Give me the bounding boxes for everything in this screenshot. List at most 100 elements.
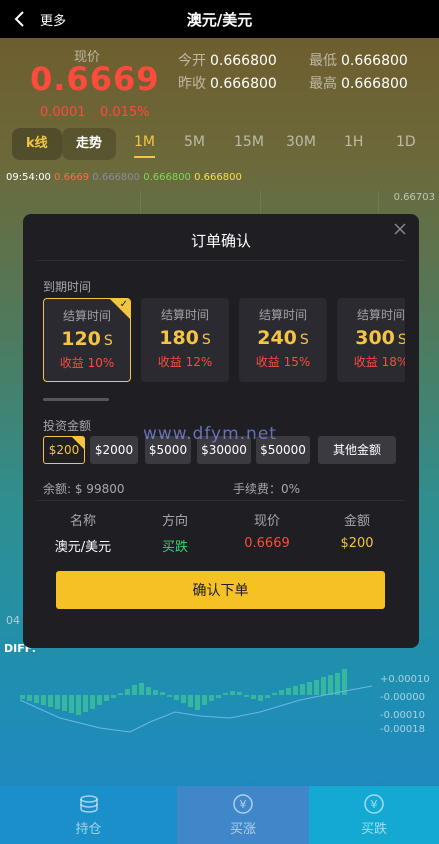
close-icon[interactable]	[393, 222, 407, 236]
balance-text: 余额: $ 99800	[43, 482, 125, 496]
macd-bar	[307, 682, 312, 695]
macd-bar	[216, 695, 221, 698]
macd-bar	[139, 683, 144, 695]
nav-positions[interactable]: 持仓	[0, 786, 177, 844]
amount-value: $2000	[94, 443, 134, 457]
open-value: 0.666800	[210, 53, 277, 69]
nav-buy-down[interactable]: ¥ 买跌	[309, 786, 439, 844]
low-stat: 最低 0.666800	[309, 50, 408, 70]
macd-bar	[195, 695, 200, 710]
ma-value-1: 0.6669	[54, 172, 90, 183]
macd-bars	[20, 669, 347, 715]
high-label: 最高	[309, 76, 337, 92]
tab-period-1m[interactable]: 1M	[134, 134, 155, 158]
summary-price: 0.6669	[244, 536, 290, 551]
macd-axis-label: -0.00018	[380, 724, 425, 735]
expiry-yield: 收益 10%	[59, 356, 115, 370]
summary-header-name: 名称	[69, 514, 96, 529]
horizontal-scrollbar[interactable]	[43, 398, 109, 401]
macd-bar	[111, 695, 116, 698]
macd-bar	[104, 695, 109, 701]
macd-axis-label: -0.00010	[380, 710, 425, 721]
macd-bar	[265, 695, 270, 698]
macd-bar	[321, 677, 326, 695]
macd-bar	[174, 695, 179, 700]
amount-option-200[interactable]: $200	[43, 436, 85, 464]
divider	[37, 500, 405, 501]
macd-bar	[237, 692, 242, 695]
expiry-option-300[interactable]: 结算时间 300 S 收益 18%	[337, 298, 405, 382]
tab-kline[interactable]: k线	[12, 128, 62, 160]
top-bar: 更多 澳元/美元	[0, 0, 439, 38]
expiry-option-180[interactable]: 结算时间 180 S 收益 12%	[141, 298, 229, 382]
tab-trend[interactable]: 走势	[62, 128, 117, 160]
macd-bar	[244, 695, 249, 697]
expiry-unit: S	[103, 333, 113, 349]
macd-bar	[279, 690, 284, 695]
price-change-pct: 0.015%	[100, 105, 150, 120]
macd-chart	[19, 669, 373, 733]
summary-header-amount: 金额	[343, 514, 370, 529]
coins-icon	[79, 795, 98, 813]
ma-value-4: 0.666800	[194, 172, 242, 183]
macd-bar	[181, 695, 186, 703]
tab-period-5m[interactable]: 5M	[184, 134, 205, 150]
low-value: 0.666800	[341, 53, 408, 69]
tab-period-15m[interactable]: 15M	[234, 134, 264, 150]
macd-bar	[146, 687, 151, 695]
macd-bar	[251, 695, 256, 699]
price-change: 0.0001	[40, 105, 86, 120]
expiry-seconds: 240	[257, 327, 297, 349]
tab-period-1d[interactable]: 1D	[396, 134, 416, 150]
check-icon: ✓	[119, 299, 128, 310]
macd-bar	[83, 695, 88, 712]
y-axis-top-label: 0.66703	[393, 192, 435, 203]
expiry-head: 结算时间	[356, 308, 405, 322]
summary-header-price: 现价	[253, 514, 280, 529]
macd-bar	[27, 695, 32, 701]
expiry-option-240[interactable]: 结算时间 240 S 收益 15%	[239, 298, 327, 382]
open-label: 今开	[178, 53, 206, 69]
amount-value: $50000	[260, 443, 306, 457]
tab-period-30m[interactable]: 30M	[286, 134, 316, 150]
macd-bar	[125, 689, 130, 695]
chart-tabs: k线 走势 1M 5M 15M 30M 1H 1D	[0, 128, 439, 162]
confirm-order-button[interactable]: 确认下单	[56, 571, 385, 609]
expiry-value: 240 S	[239, 327, 327, 349]
summary-name: 澳元/美元	[54, 540, 112, 555]
macd-bar	[41, 695, 46, 705]
other-amount-label: 其他金额	[332, 443, 381, 457]
ma-info: 09:54:00 0.6669 0.666800 0.666800 0.6668…	[6, 172, 242, 183]
other-amount-button[interactable]: 其他金额	[318, 436, 396, 464]
amount-label: 投资金额	[43, 419, 92, 433]
expiry-option-120[interactable]: ✓ 结算时间 120 S 收益 10%	[43, 298, 131, 382]
selected-corner	[72, 437, 84, 449]
macd-bar	[314, 680, 319, 695]
prev-close-stat: 昨收 0.666800	[178, 73, 277, 93]
low-label: 最低	[309, 53, 337, 69]
macd-bar	[223, 693, 228, 695]
amount-option-2000[interactable]: $2000	[90, 436, 138, 464]
expiry-value: 180 S	[141, 327, 229, 349]
nav-buy-up[interactable]: ¥ 买涨	[177, 786, 309, 844]
yen-up-icon: ¥	[233, 794, 253, 814]
macd-bar	[69, 695, 74, 713]
macd-bar	[118, 693, 123, 695]
macd-bar	[62, 695, 67, 711]
macd-bar	[20, 695, 25, 699]
macd-bar	[286, 688, 291, 695]
nav-positions-label: 持仓	[75, 822, 102, 837]
tab-period-1h[interactable]: 1H	[344, 134, 363, 150]
macd-bar	[132, 685, 137, 695]
open-stat: 今开 0.666800	[178, 50, 277, 70]
fee-text: 手续费：0%	[233, 482, 301, 496]
macd-bar	[90, 695, 95, 709]
macd-bar	[97, 695, 102, 705]
modal-title: 订单确认	[190, 232, 251, 250]
macd-bar	[188, 695, 193, 707]
macd-bar	[293, 686, 298, 695]
macd-bar	[167, 695, 172, 697]
prev-close-label: 昨收	[178, 76, 206, 92]
high-stat: 最高 0.666800	[309, 73, 408, 93]
expiry-head: 结算时间	[258, 308, 307, 322]
